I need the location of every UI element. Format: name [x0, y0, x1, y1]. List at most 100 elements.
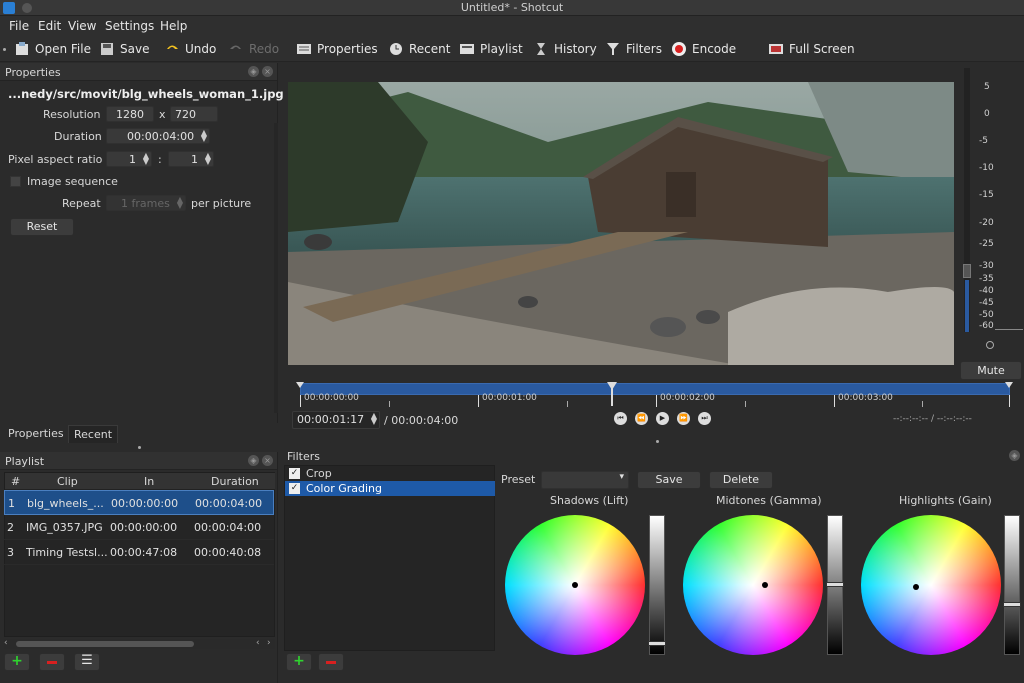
filters-button[interactable]: Filters: [605, 40, 662, 58]
mute-button[interactable]: Mute: [960, 361, 1022, 380]
timeline-start-marker[interactable]: [296, 382, 304, 388]
menu-settings[interactable]: Settings: [105, 19, 154, 33]
filter-item[interactable]: ✓ Crop: [285, 466, 495, 481]
scroll-right-icon[interactable]: ›: [267, 638, 271, 648]
preset-dropdown[interactable]: ▾: [541, 471, 629, 489]
duration-spinbox[interactable]: 00:00:04:00 ▲ ▼: [106, 128, 210, 144]
encode-button[interactable]: Encode: [671, 40, 736, 58]
par-numerator-spinbox[interactable]: 1 ▲ ▼: [106, 151, 152, 167]
close-icon[interactable]: ×: [262, 455, 273, 466]
timeline-bar[interactable]: [300, 383, 1010, 395]
rewind-button[interactable]: ⏪: [635, 412, 648, 425]
table-row[interactable]: 2 IMG_0357.JPG 00:00:00:00 00:00:04:00: [4, 515, 274, 540]
open-file-button[interactable]: Open File: [14, 40, 91, 58]
horizontal-scrollbar[interactable]: ‹ ‹ ›: [4, 638, 275, 649]
remove-filter-button[interactable]: [318, 653, 344, 671]
column-header-duration[interactable]: Duration: [211, 475, 259, 488]
menu-file[interactable]: File: [9, 19, 29, 33]
position-timecode-spinbox[interactable]: 00:00:01:17 ▲ ▼: [292, 411, 380, 429]
total-duration: / 00:00:04:00: [384, 414, 459, 427]
column-header-num[interactable]: #: [11, 475, 20, 488]
skip-to-end-button[interactable]: ⏭: [698, 412, 711, 425]
close-icon[interactable]: ×: [262, 66, 273, 77]
save-button[interactable]: Save: [99, 40, 149, 58]
float-icon[interactable]: ◈: [248, 455, 259, 466]
filter-checkbox[interactable]: ✓: [289, 483, 300, 494]
midtones-color-wheel[interactable]: [683, 515, 823, 655]
playhead[interactable]: [607, 382, 618, 406]
playlist-panel-header: Playlist: [0, 452, 277, 470]
undo-button[interactable]: Undo: [164, 40, 216, 58]
midtones-level-slider[interactable]: [826, 515, 844, 655]
tab-recent[interactable]: Recent: [68, 425, 119, 443]
filters-panel: Filters ◈ ✓ Crop ✓ Color Grading + Prese…: [282, 447, 1024, 683]
video-viewer[interactable]: [288, 82, 954, 365]
par-denominator-spinbox[interactable]: 1 ▲ ▼: [168, 151, 214, 167]
slider-knob[interactable]: [1003, 601, 1021, 607]
playlist-menu-button[interactable]: ☰: [74, 653, 100, 671]
preset-delete-button[interactable]: Delete: [709, 471, 773, 489]
skip-to-start-button[interactable]: ⏮: [614, 412, 627, 425]
tab-properties[interactable]: Properties: [3, 425, 69, 442]
scroll-left-icon[interactable]: ‹: [256, 638, 260, 648]
highlights-level-slider[interactable]: [1003, 515, 1021, 655]
repeat-spinbox[interactable]: 1 frames ▲ ▼: [106, 195, 186, 211]
panel-scrollbar[interactable]: [274, 123, 278, 413]
menu-view[interactable]: View: [68, 19, 96, 33]
timeline-end-marker[interactable]: [1005, 382, 1013, 388]
spin-arrows-icon[interactable]: ▲ ▼: [201, 129, 207, 143]
per-picture-label: per picture: [191, 197, 252, 210]
highlights-color-wheel[interactable]: [861, 515, 1001, 655]
shadows-level-slider[interactable]: [648, 515, 666, 655]
resolution-separator: x: [159, 108, 166, 121]
column-header-clip[interactable]: Clip: [57, 475, 78, 488]
float-icon[interactable]: ◈: [248, 66, 259, 77]
fullscreen-button[interactable]: Full Screen: [768, 40, 855, 58]
slider-knob[interactable]: [826, 582, 844, 587]
par-separator: :: [158, 153, 162, 166]
filter-checkbox[interactable]: ✓: [289, 468, 300, 479]
timecode-label: 00:00:01:00: [482, 393, 537, 403]
shadows-color-wheel[interactable]: [505, 515, 645, 655]
spin-arrows-icon[interactable]: ▲ ▼: [371, 412, 377, 426]
wheel-picker[interactable]: [572, 582, 578, 588]
timecode-label: 00:00:03:00: [838, 393, 893, 403]
table-row[interactable]: 3 Timing Testsl... 00:00:47:08 00:00:40:…: [4, 540, 274, 565]
menu-edit[interactable]: Edit: [38, 19, 61, 33]
float-icon[interactable]: ◈: [1009, 450, 1020, 461]
add-filter-button[interactable]: +: [286, 653, 312, 671]
play-button[interactable]: ▶: [656, 412, 669, 425]
splitter-handle[interactable]: [138, 446, 141, 449]
meter-scale-label: -40: [979, 286, 994, 296]
menu-help[interactable]: Help: [160, 19, 187, 33]
add-clip-button[interactable]: +: [4, 653, 30, 671]
spin-arrows-icon[interactable]: ▲ ▼: [143, 152, 149, 166]
volume-handle[interactable]: [963, 264, 971, 278]
properties-button[interactable]: Properties: [296, 40, 378, 58]
history-button[interactable]: History: [533, 40, 597, 58]
image-sequence-checkbox[interactable]: [10, 176, 21, 187]
redo-button[interactable]: Redo: [228, 40, 279, 58]
preset-save-button[interactable]: Save: [637, 471, 701, 489]
wheel-picker[interactable]: [913, 584, 919, 590]
menu-bar: File Edit View Settings Help: [0, 16, 1024, 36]
mute-icon[interactable]: [986, 341, 994, 349]
table-row[interactable]: 1 blg_wheels_... 00:00:00:00 00:00:04:00: [4, 490, 274, 515]
recent-button[interactable]: Recent: [388, 40, 450, 58]
height-field[interactable]: 720: [170, 106, 218, 122]
scroll-left-icon[interactable]: ‹: [4, 638, 8, 648]
splitter-handle[interactable]: [656, 440, 659, 443]
playlist-button[interactable]: Playlist: [459, 40, 523, 58]
slider-knob[interactable]: [648, 641, 666, 647]
width-field[interactable]: 1280: [106, 106, 154, 122]
reset-button[interactable]: Reset: [10, 218, 74, 236]
spin-arrows-icon[interactable]: ▲ ▼: [177, 196, 183, 210]
scrollbar-thumb[interactable]: [16, 641, 194, 647]
meter-scale-label: -10: [979, 163, 994, 173]
column-header-in[interactable]: In: [144, 475, 154, 488]
remove-clip-button[interactable]: [39, 653, 65, 671]
filter-item[interactable]: ✓ Color Grading: [285, 481, 495, 496]
wheel-picker[interactable]: [762, 582, 768, 588]
spin-arrows-icon[interactable]: ▲ ▼: [205, 152, 211, 166]
fast-forward-button[interactable]: ⏩: [677, 412, 690, 425]
